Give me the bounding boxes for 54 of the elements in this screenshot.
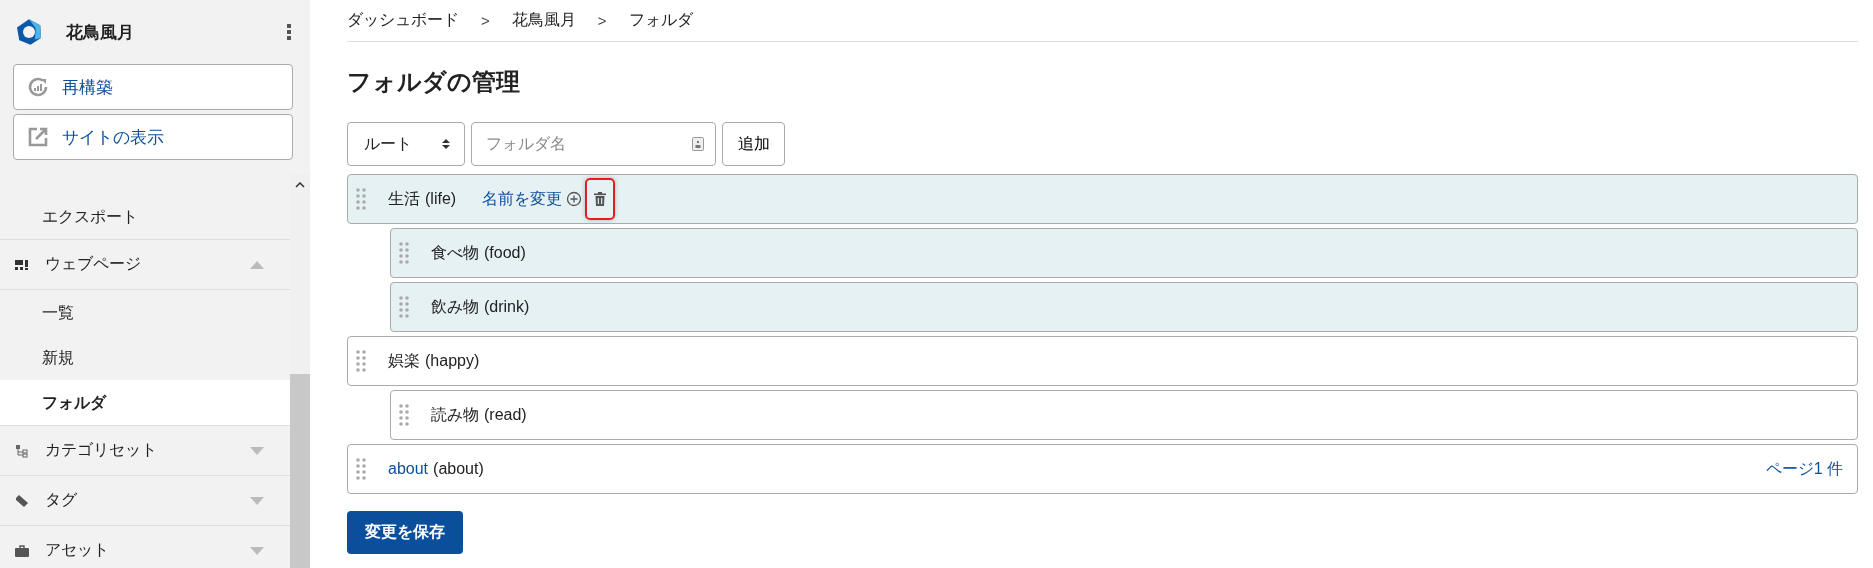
view-site-button[interactable]: サイトの表示 (13, 114, 293, 160)
folder-name: 読み物 (431, 404, 479, 425)
logo-icon (14, 17, 44, 47)
add-button[interactable]: 追加 (722, 122, 785, 166)
drag-handle-icon[interactable] (356, 458, 366, 480)
nav-label: カテゴリセット (45, 440, 158, 460)
folder-name-field[interactable]: フォルダ名 (471, 122, 716, 166)
drag-handle-icon[interactable] (399, 404, 409, 426)
trash-icon (594, 192, 607, 206)
save-button[interactable]: 変更を保存 (347, 511, 463, 554)
folder-slug: (food) (484, 244, 526, 262)
folder-slug: (read) (484, 406, 527, 424)
folder-name[interactable]: about (388, 460, 429, 478)
edit-box-icon (26, 125, 50, 149)
drag-handle-icon[interactable] (399, 242, 409, 264)
rename-link[interactable]: 名前を変更 (482, 188, 563, 210)
drag-handle-icon[interactable] (356, 350, 366, 372)
nav-label: タグ (45, 490, 78, 510)
sort-icon (442, 138, 450, 150)
contact-card-icon (692, 137, 704, 151)
nav-item[interactable]: 一覧 (0, 290, 290, 335)
page-title: フォルダの管理 (347, 67, 521, 97)
folder-slug: (drink) (484, 298, 530, 316)
folder-name: 飲み物 (431, 296, 479, 317)
tag-icon (15, 493, 29, 508)
nav-item[interactable]: フォルダ (0, 380, 290, 426)
page-count-link[interactable]: ページ1 件 (1765, 458, 1843, 480)
breadcrumb-separator: > (597, 12, 607, 29)
folder-slug: (happy) (425, 352, 480, 370)
add-icon[interactable] (566, 191, 583, 207)
breadcrumb-link[interactable]: 花鳥風月 (511, 10, 576, 31)
more-icon[interactable] (286, 23, 292, 41)
folder-name: 生活 (388, 188, 420, 209)
site-name: 花鳥風月 (66, 21, 135, 44)
folder-name: 娯楽 (388, 350, 420, 371)
grid-icon (15, 257, 29, 272)
folder-name: 食べ物 (431, 242, 479, 263)
folder-slug: (life) (425, 190, 457, 208)
tree-icon (15, 443, 29, 458)
folder-slug: (about) (433, 460, 484, 478)
nav-label: アセット (45, 540, 110, 560)
refresh-chart-icon (26, 75, 50, 99)
rebuild-button[interactable]: 再構築 (13, 64, 293, 110)
briefcase-icon (15, 543, 29, 558)
nav-label: ウェブページ (45, 254, 142, 274)
parent-select[interactable]: ルート (347, 122, 465, 166)
breadcrumb-separator: > (481, 12, 490, 29)
drag-handle-icon[interactable] (356, 188, 366, 210)
delete-button[interactable] (585, 178, 616, 220)
breadcrumb-link[interactable]: ダッシュボード (347, 10, 459, 31)
drag-handle-icon[interactable] (399, 296, 409, 318)
nav-item[interactable]: 新規 (0, 335, 290, 380)
breadcrumb-link[interactable]: フォルダ (628, 10, 693, 31)
caret-icon[interactable] (295, 182, 305, 188)
